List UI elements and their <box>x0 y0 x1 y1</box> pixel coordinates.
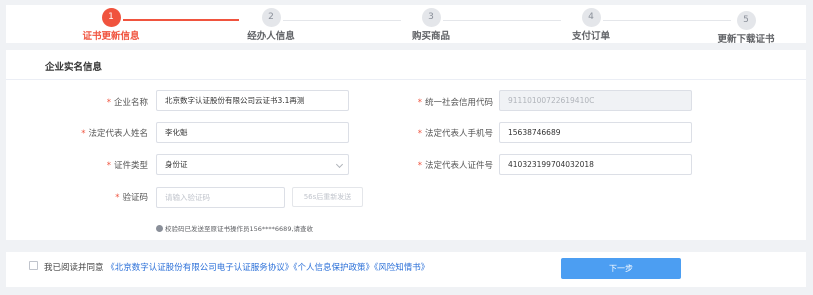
agreement-text: 我已阅读并同意 《北京数字认证股份有限公司电子认证服务协议》《个人信息保护政策》… <box>44 261 429 273</box>
progress-stepper: 1 证书更新信息 2 经办人信息 3 购买商品 4 支付订单 5 更新下载证书 <box>6 5 806 45</box>
verify-code-placeholder: 请输入验证码 <box>165 193 210 202</box>
step-3: 3 购买商品 <box>376 8 486 42</box>
resend-code-button[interactable]: 56s后重新发送 <box>292 187 363 207</box>
step-2: 2 经办人信息 <box>216 8 326 42</box>
legal-rep-id-input[interactable]: 410323199704032018 <box>499 154 692 175</box>
check-circle-icon <box>156 224 163 232</box>
step-number: 4 <box>581 8 601 27</box>
sms-hint: 校验码已发送至原证书操作员156****6689,请查收 <box>156 223 313 233</box>
section-title: 企业实名信息 <box>45 62 103 73</box>
section-divider <box>6 79 806 80</box>
agreement-footer: 我已阅读并同意 《北京数字认证股份有限公司电子认证服务协议》《个人信息保护政策》… <box>6 252 806 287</box>
required-mark: * <box>106 161 111 171</box>
required-mark: * <box>106 98 111 108</box>
credit-code-input[interactable]: 91110100722619410C <box>499 90 692 111</box>
id-type-label: * 证件类型 <box>107 159 148 171</box>
verify-code-label-text: 验证码 <box>122 193 148 203</box>
legal-rep-phone-label-text: 法定代表人手机号 <box>424 129 493 139</box>
step-5: 5 更新下载证书 <box>691 11 801 45</box>
sms-hint-text: 校验码已发送至原证书操作员156****6689,请查收 <box>165 225 314 233</box>
step-1: 1 证书更新信息 <box>56 8 166 42</box>
legal-rep-phone-value: 15638746689 <box>508 128 561 137</box>
next-step-button[interactable]: 下一步 <box>561 258 681 279</box>
service-agreement-link[interactable]: 《北京数字认证股份有限公司电子认证服务协议》 <box>106 263 293 273</box>
step-number: 5 <box>736 11 756 30</box>
legal-rep-name-label-text: 法定代表人姓名 <box>88 129 148 139</box>
credit-code-label: * 统一社会信用代码 <box>418 96 493 108</box>
step-label: 经办人信息 <box>247 31 295 42</box>
agree-prefix: 我已阅读并同意 <box>44 263 104 273</box>
legal-rep-id-label-text: 法定代表人证件号 <box>424 161 493 171</box>
step-4: 4 支付订单 <box>536 8 646 42</box>
step-number: 1 <box>101 8 121 27</box>
legal-rep-phone-input[interactable]: 15638746689 <box>499 122 692 143</box>
company-name-value: 北京数字认证股份有限公司云证书3.1再测 <box>165 96 305 105</box>
credit-code-value: 91110100722619410C <box>508 96 595 105</box>
id-type-label-text: 证件类型 <box>113 161 148 171</box>
company-name-label-text: 企业名称 <box>113 98 148 108</box>
risk-notice-link[interactable]: 《风险知情书》 <box>374 263 429 273</box>
company-name-label: * 企业名称 <box>107 96 148 108</box>
id-type-select[interactable]: 身份证 <box>156 154 349 175</box>
company-info-form: 企业实名信息 * 企业名称 北京数字认证股份有限公司云证书3.1再测 * 统一社会信… <box>6 50 806 240</box>
legal-rep-name-label: * 法定代表人姓名 <box>81 127 148 139</box>
agree-checkbox[interactable] <box>29 261 38 270</box>
required-mark: * <box>417 161 422 171</box>
credit-code-label-text: 统一社会信用代码 <box>424 98 493 108</box>
chevron-down-icon <box>335 160 344 169</box>
id-type-value: 身份证 <box>165 160 188 169</box>
step-number: 2 <box>261 8 281 27</box>
step-label: 证书更新信息 <box>82 31 140 42</box>
legal-rep-name-input[interactable]: 李化魁 <box>156 122 349 143</box>
legal-rep-id-value: 410323199704032018 <box>508 160 594 169</box>
legal-rep-id-label: * 法定代表人证件号 <box>418 159 493 171</box>
required-mark: * <box>81 129 86 139</box>
step-label: 支付订单 <box>571 31 610 42</box>
required-mark: * <box>417 98 422 108</box>
required-mark: * <box>417 129 422 139</box>
company-name-input[interactable]: 北京数字认证股份有限公司云证书3.1再测 <box>156 90 349 111</box>
verify-code-input[interactable]: 请输入验证码 <box>156 187 285 208</box>
legal-rep-phone-label: * 法定代表人手机号 <box>418 127 493 139</box>
step-label: 更新下载证书 <box>717 34 775 45</box>
step-number: 3 <box>421 8 441 27</box>
required-mark: * <box>115 193 120 203</box>
verify-code-label: * 验证码 <box>115 191 148 203</box>
legal-rep-name-value: 李化魁 <box>165 128 188 137</box>
step-label: 购买商品 <box>411 31 450 42</box>
privacy-policy-link[interactable]: 《个人信息保护政策》 <box>293 263 374 273</box>
